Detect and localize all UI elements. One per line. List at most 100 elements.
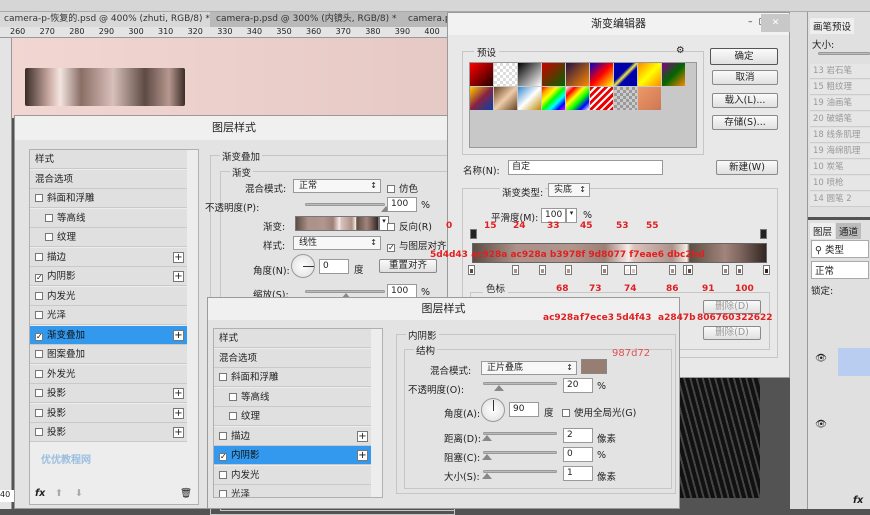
reset-align-button[interactable]: 重置对齐 xyxy=(379,259,437,273)
checkbox[interactable] xyxy=(35,194,43,202)
color-stop[interactable] xyxy=(512,265,520,275)
color-stop[interactable] xyxy=(565,265,573,275)
opacity-input[interactable]: 20 xyxy=(563,378,593,393)
checkbox[interactable] xyxy=(35,252,43,261)
add-icon[interactable]: + xyxy=(173,427,184,438)
reverse-checkbox[interactable]: 反向(R) xyxy=(387,219,432,233)
brush-preset-item[interactable]: 15 粗纹理 xyxy=(810,80,870,95)
angle-input[interactable]: 0 xyxy=(319,259,349,274)
checkbox[interactable]: ✓ xyxy=(219,453,227,461)
add-icon[interactable]: + xyxy=(357,450,368,461)
load-button[interactable]: 载入(L)... xyxy=(712,93,778,108)
checkbox[interactable] xyxy=(35,389,43,397)
style-select[interactable]: 线性 xyxy=(293,236,381,250)
distance-slider[interactable] xyxy=(482,432,557,441)
smoothness-dropdown[interactable]: ▾ xyxy=(566,208,577,223)
color-stop[interactable] xyxy=(668,265,676,275)
color-stop[interactable] xyxy=(736,265,744,275)
checkbox[interactable] xyxy=(35,311,43,319)
color-stop[interactable] xyxy=(630,265,638,275)
style-item[interactable]: 描边 + xyxy=(30,247,187,267)
gradient-preset[interactable] xyxy=(542,87,565,110)
angle-dial[interactable] xyxy=(291,254,315,278)
eye-icon[interactable]: 👁 xyxy=(815,419,827,430)
checkbox[interactable] xyxy=(35,291,43,300)
delete-color-stop-button[interactable]: 删除(D) xyxy=(703,326,761,340)
add-icon[interactable]: + xyxy=(173,271,184,282)
style-item[interactable]: 投影 + xyxy=(30,403,187,423)
size-slider[interactable] xyxy=(482,470,557,479)
style-item[interactable]: 纹理 xyxy=(30,228,187,247)
gear-icon[interactable]: ⚙ xyxy=(676,45,685,56)
style-item[interactable]: 样式 xyxy=(214,329,371,348)
delete-opacity-stop-button[interactable]: 删除(D) xyxy=(703,300,761,314)
opacity-input[interactable]: 100 xyxy=(387,197,417,212)
gradient-type-select[interactable]: 实底 xyxy=(548,183,590,197)
style-item[interactable]: ✓ 内阴影 + xyxy=(214,446,371,465)
gradient-preset[interactable] xyxy=(590,63,613,86)
gradient-preset[interactable] xyxy=(590,87,613,110)
style-item[interactable]: 光泽 xyxy=(30,306,187,325)
gradient-preset[interactable] xyxy=(566,87,589,110)
opacity-slider[interactable] xyxy=(305,203,391,212)
gradient-preset[interactable] xyxy=(614,63,637,86)
scale-slider[interactable] xyxy=(305,290,385,299)
color-stop[interactable] xyxy=(468,265,475,275)
style-item[interactable]: 斜面和浮雕 xyxy=(214,368,371,387)
style-item[interactable]: ✓ 渐变叠加 + xyxy=(30,325,187,345)
layer-row-selected[interactable] xyxy=(838,348,870,376)
gradient-preset[interactable] xyxy=(662,63,685,86)
trash-icon[interactable]: 🗑 xyxy=(180,488,192,499)
close-icon[interactable]: ✕ xyxy=(761,14,790,32)
brush-preset-item[interactable]: 18 线条肌理 xyxy=(810,128,870,143)
gradient-preset[interactable] xyxy=(494,87,517,110)
style-item[interactable]: 投影 + xyxy=(30,384,187,403)
style-item[interactable]: 内发光 xyxy=(214,465,371,485)
brush-preset-item[interactable]: 19 海绵肌理 xyxy=(810,144,870,159)
style-item[interactable]: 等高线 xyxy=(30,208,187,228)
checkbox[interactable] xyxy=(35,350,43,358)
dither-checkbox[interactable]: 仿色 xyxy=(387,181,418,195)
style-item[interactable]: 光泽 xyxy=(214,485,371,497)
add-icon[interactable]: + xyxy=(173,407,184,419)
distance-input[interactable]: 2 xyxy=(563,428,593,443)
angle-dial[interactable] xyxy=(481,398,505,422)
size-input[interactable]: 1 xyxy=(563,466,593,481)
color-stop[interactable] xyxy=(686,265,694,275)
layer-blend-select[interactable]: 正常 xyxy=(811,261,869,279)
move-up-icon[interactable]: ⬆ xyxy=(55,488,63,499)
opacity-stop-right[interactable] xyxy=(760,229,767,239)
fx-button[interactable]: fx xyxy=(853,495,863,506)
color-stop[interactable] xyxy=(538,265,546,275)
add-icon[interactable]: + xyxy=(357,430,368,442)
checkbox[interactable] xyxy=(45,213,53,222)
gradient-preset[interactable] xyxy=(542,63,565,86)
blend-mode-select[interactable]: 正片叠底 xyxy=(481,361,577,375)
checkbox[interactable] xyxy=(219,431,227,440)
opacity-slider[interactable] xyxy=(483,382,557,391)
checkbox[interactable] xyxy=(35,428,43,436)
style-item[interactable]: 描边 + xyxy=(214,426,371,446)
move-down-icon[interactable]: ⬇ xyxy=(75,488,83,499)
checkbox[interactable] xyxy=(229,392,237,401)
angle-input[interactable]: 90 xyxy=(509,402,539,417)
use-global-light-checkbox[interactable]: 使用全局光(G) xyxy=(562,405,636,419)
gradient-preset[interactable] xyxy=(518,87,541,110)
gradient-preview[interactable] xyxy=(295,216,379,231)
choke-slider[interactable] xyxy=(482,451,557,460)
tab-channels[interactable]: 通道 xyxy=(836,223,862,239)
gradient-preset[interactable] xyxy=(614,87,637,110)
style-item[interactable]: 图案叠加 xyxy=(30,345,187,364)
checkbox[interactable]: ✓ xyxy=(35,274,43,282)
cancel-button[interactable]: 取消 xyxy=(712,70,778,85)
checkbox[interactable] xyxy=(35,369,43,378)
checkbox[interactable] xyxy=(35,408,43,417)
add-icon[interactable]: + xyxy=(173,329,184,341)
brush-preset-item[interactable]: 13 岩石笔 xyxy=(810,64,870,79)
gradient-preset[interactable] xyxy=(638,87,661,110)
zoom-field[interactable]: 40 xyxy=(0,490,14,502)
style-item[interactable]: 样式 xyxy=(30,150,187,169)
tab-document-2[interactable]: camera-p.psd @ 300% (内镜头, RGB/8) * xyxy=(212,12,402,27)
style-item[interactable]: 纹理 xyxy=(214,407,371,426)
gradient-preset[interactable] xyxy=(638,63,661,86)
